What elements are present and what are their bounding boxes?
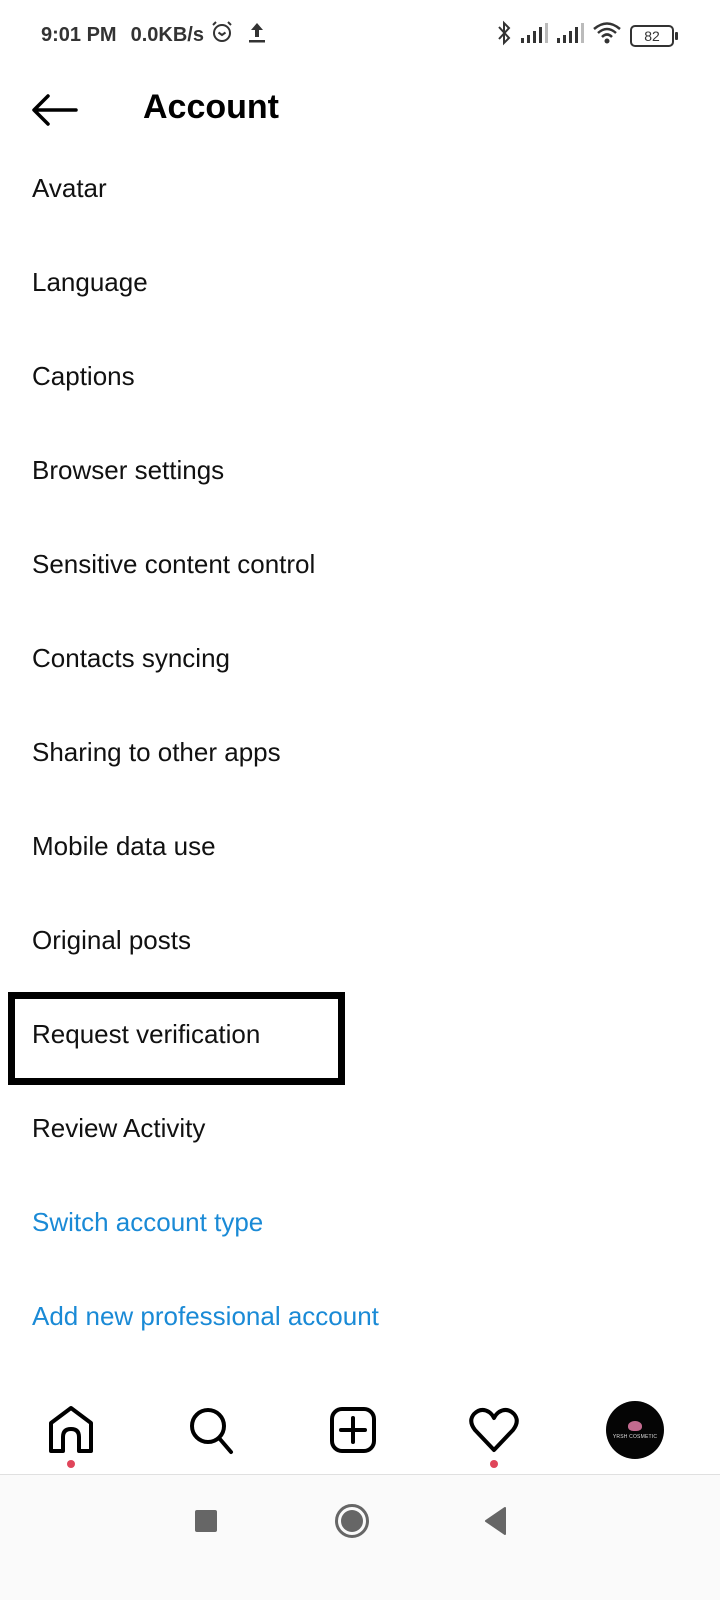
signal-icon — [520, 22, 548, 49]
tab-profile[interactable]: YRSH COSMETIC — [605, 1400, 665, 1460]
menu-item-captions[interactable]: Captions — [0, 329, 720, 423]
menu-item-contacts-syncing[interactable]: Contacts syncing — [0, 611, 720, 705]
back-nav-button[interactable] — [471, 1501, 521, 1541]
menu-item-switch-account-type[interactable]: Switch account type — [0, 1175, 720, 1269]
menu-item-review-activity[interactable]: Review Activity — [0, 1081, 720, 1175]
avatar-brand-text: YRSH COSMETIC — [612, 1433, 658, 1440]
status-bar: 9:01 PM 0.0KB/s 82 — [0, 0, 720, 70]
flower-logo-icon — [628, 1420, 642, 1431]
recents-icon — [195, 1510, 217, 1532]
wifi-icon — [592, 21, 622, 50]
system-navigation-bar — [0, 1475, 720, 1600]
back-button[interactable] — [30, 90, 80, 130]
menu-item-mobile-data-use[interactable]: Mobile data use — [0, 799, 720, 893]
network-speed: 0.0KB/s — [130, 23, 204, 46]
plus-square-icon — [330, 1407, 376, 1453]
tab-create[interactable] — [323, 1400, 383, 1460]
alarm-icon — [210, 20, 234, 50]
tab-home[interactable] — [41, 1400, 101, 1468]
bottom-tab-bar: YRSH COSMETIC — [0, 1390, 720, 1474]
menu-item-sharing-to-other-apps[interactable]: Sharing to other apps — [0, 705, 720, 799]
menu-item-avatar[interactable]: Avatar — [0, 141, 720, 235]
arrow-left-icon — [32, 94, 78, 126]
tab-activity[interactable] — [464, 1400, 524, 1468]
battery-icon: 82 — [630, 24, 678, 47]
bluetooth-icon — [496, 20, 512, 51]
menu-item-add-professional-account[interactable]: Add new professional account — [0, 1269, 720, 1363]
menu-item-original-posts[interactable]: Original posts — [0, 893, 720, 987]
heart-icon — [469, 1407, 519, 1452]
home-icon — [49, 1406, 93, 1453]
recents-button[interactable] — [181, 1501, 231, 1541]
home-circle-icon — [335, 1504, 369, 1538]
signal-icon — [556, 22, 584, 49]
menu-item-sensitive-content-control[interactable]: Sensitive content control — [0, 517, 720, 611]
menu-item-request-verification[interactable]: Request verification — [0, 987, 720, 1081]
notification-dot — [490, 1460, 498, 1468]
tab-search[interactable] — [182, 1400, 242, 1460]
status-time: 9:01 PM — [41, 23, 117, 46]
search-icon — [190, 1408, 233, 1454]
avatar: YRSH COSMETIC — [606, 1401, 664, 1459]
app-header: Account — [0, 70, 720, 150]
menu-item-browser-settings[interactable]: Browser settings — [0, 423, 720, 517]
notification-dot — [67, 1460, 75, 1468]
upload-icon — [246, 20, 268, 50]
page-title: Account — [143, 88, 279, 126]
menu-item-language[interactable]: Language — [0, 235, 720, 329]
back-triangle-icon — [485, 1507, 506, 1535]
account-settings-list: Avatar Language Captions Browser setting… — [0, 141, 720, 1363]
home-button[interactable] — [327, 1501, 377, 1541]
